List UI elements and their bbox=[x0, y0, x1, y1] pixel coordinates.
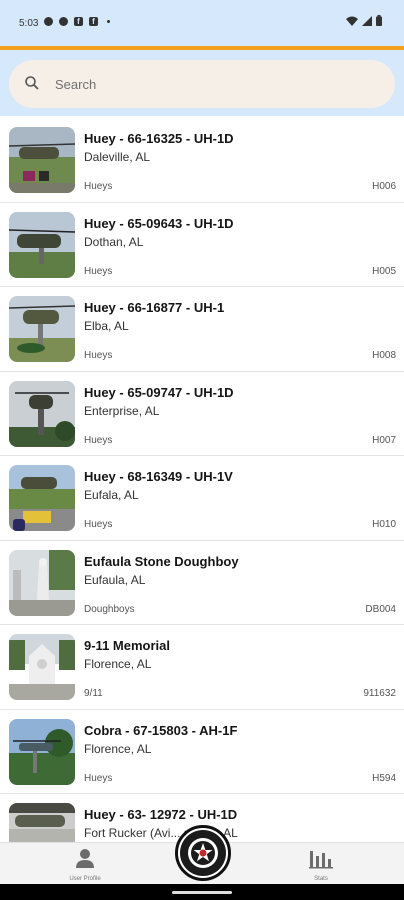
user-profile-label: User Profile bbox=[69, 876, 101, 882]
memorial-list: Huey - 66-16325 - UH-1D Daleville, AL Hu… bbox=[0, 118, 404, 842]
home-indicator[interactable] bbox=[172, 891, 232, 894]
more-notifications-icon bbox=[107, 20, 110, 23]
item-location: Enterprise, AL bbox=[84, 403, 160, 418]
item-location: Eufala, AL bbox=[84, 488, 139, 502]
item-thumbnail bbox=[9, 127, 75, 193]
item-code: H010 bbox=[372, 519, 396, 530]
list-item[interactable]: Cobra - 67-15803 - AH-1F Florence, AL Hu… bbox=[0, 710, 404, 794]
search-bar[interactable] bbox=[9, 60, 395, 108]
item-category: Hueys bbox=[84, 265, 113, 277]
item-title: Huey - 68-16349 - UH-1V bbox=[84, 469, 233, 484]
item-title: Eufaula Stone Doughboy bbox=[84, 553, 239, 569]
item-thumbnail bbox=[9, 465, 75, 531]
item-title: Cobra - 67-15803 - AH-1F bbox=[84, 722, 238, 738]
item-category: Hueys bbox=[84, 519, 113, 530]
item-code: 911632 bbox=[363, 688, 396, 699]
item-title: Huey - 63- 12972 - UH-1D bbox=[84, 807, 238, 822]
item-location: Daleville, AL bbox=[84, 150, 151, 164]
item-thumbnail bbox=[9, 549, 75, 616]
search-header bbox=[0, 50, 404, 116]
messenger-icon bbox=[44, 17, 53, 26]
item-category: Hueys bbox=[84, 181, 113, 192]
status-time: 5:03 bbox=[19, 18, 39, 29]
messenger-icon bbox=[59, 17, 68, 26]
battery-icon bbox=[376, 15, 382, 26]
item-category: Doughboys bbox=[84, 603, 135, 615]
item-thumbnail bbox=[9, 211, 75, 278]
list-item[interactable]: Huey - 66-16877 - UH-1 Elba, AL Hueys H0… bbox=[0, 287, 404, 372]
item-location: Eufaula, AL bbox=[84, 572, 146, 587]
item-location: Florence, AL bbox=[84, 741, 152, 756]
list-item[interactable]: Huey - 66-16325 - UH-1D Daleville, AL Hu… bbox=[0, 118, 404, 203]
item-thumbnail bbox=[9, 803, 75, 842]
star-seal-icon bbox=[180, 830, 226, 876]
list-item[interactable]: 9-11 Memorial Florence, AL 9/11 911632 bbox=[0, 625, 404, 710]
home-emblem-button[interactable] bbox=[175, 825, 231, 881]
search-icon bbox=[25, 76, 39, 90]
stats-button[interactable]: Stats bbox=[281, 847, 361, 882]
item-code: H005 bbox=[372, 265, 396, 277]
item-thumbnail bbox=[9, 634, 75, 700]
item-category: 9/11 bbox=[84, 688, 103, 699]
item-location: Elba, AL bbox=[84, 319, 129, 333]
notification-icons: f f bbox=[44, 17, 110, 26]
item-title: Huey - 66-16877 - UH-1 bbox=[84, 300, 225, 315]
status-bar: 5:03 f f bbox=[0, 0, 404, 46]
item-title: Huey - 66-16325 - UH-1D bbox=[84, 131, 234, 146]
item-title: 9-11 Memorial bbox=[84, 638, 170, 653]
item-category: Hueys bbox=[84, 772, 113, 784]
item-thumbnail bbox=[9, 718, 75, 785]
item-code: DB004 bbox=[365, 603, 396, 615]
list-item[interactable]: Huey - 65-09643 - UH-1D Dothan, AL Hueys… bbox=[0, 203, 404, 287]
item-thumbnail bbox=[9, 296, 75, 362]
item-code: H008 bbox=[372, 350, 396, 361]
item-category: Hueys bbox=[84, 350, 113, 361]
list-item[interactable]: Huey - 65-09747 - UH-1D Enterprise, AL H… bbox=[0, 372, 404, 456]
item-location: Dothan, AL bbox=[84, 234, 144, 249]
list-item[interactable]: Eufaula Stone Doughboy Eufaula, AL Dough… bbox=[0, 541, 404, 625]
user-profile-button[interactable]: User Profile bbox=[45, 847, 125, 882]
search-input[interactable] bbox=[55, 74, 355, 94]
item-title: Huey - 65-09747 - UH-1D bbox=[84, 384, 234, 400]
facebook-icon: f bbox=[89, 17, 98, 26]
wifi-icon bbox=[346, 16, 358, 26]
item-thumbnail bbox=[9, 380, 75, 447]
item-code: H007 bbox=[372, 434, 396, 446]
item-code: H594 bbox=[372, 772, 396, 784]
item-location: Florence, AL bbox=[84, 657, 152, 671]
facebook-icon: f bbox=[74, 17, 83, 26]
bar-chart-icon bbox=[309, 851, 333, 869]
signal-icon bbox=[362, 15, 372, 26]
item-code: H006 bbox=[372, 181, 396, 192]
person-icon bbox=[76, 849, 94, 868]
stats-label: Stats bbox=[314, 876, 328, 882]
item-category: Hueys bbox=[84, 434, 113, 446]
system-icons bbox=[346, 15, 382, 26]
item-title: Huey - 65-09643 - UH-1D bbox=[84, 215, 234, 231]
list-item[interactable]: Huey - 68-16349 - UH-1V Eufala, AL Hueys… bbox=[0, 456, 404, 541]
